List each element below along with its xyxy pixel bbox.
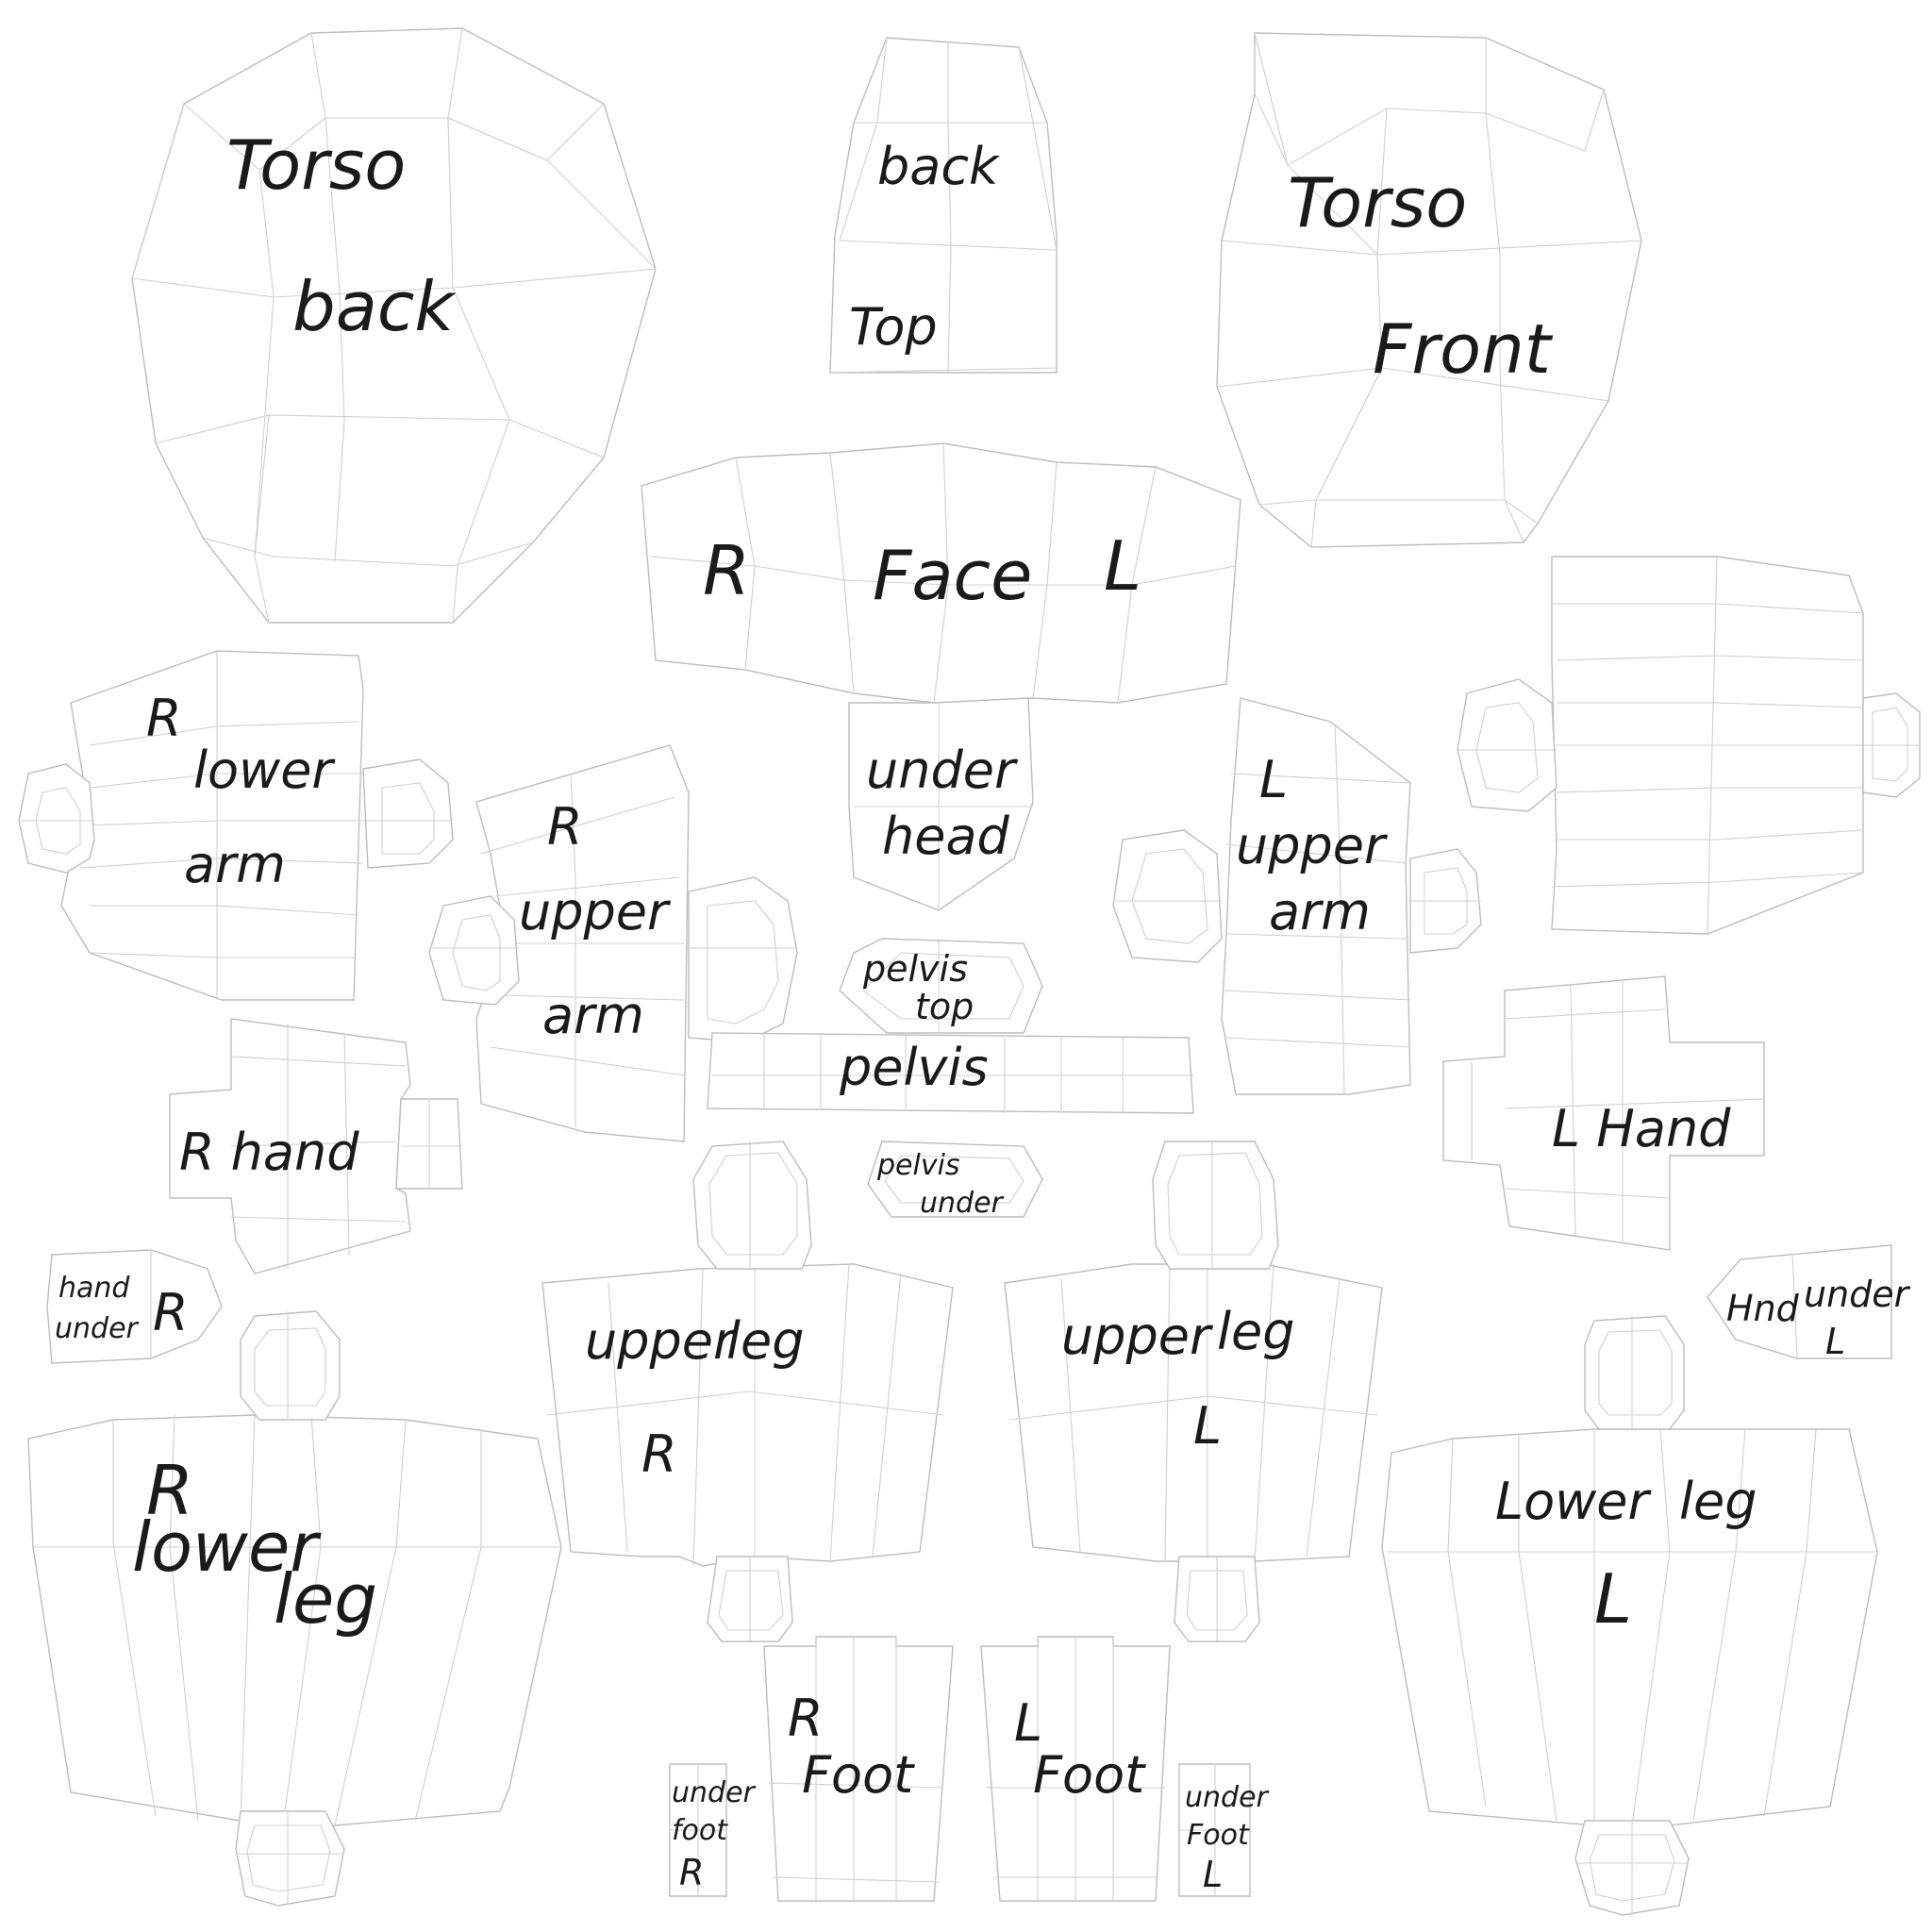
- r-upper-leg-label-r: R: [641, 1424, 677, 1484]
- l-lower-arm-panel: [1457, 556, 1921, 935]
- r-lower-arm-label-lower: lower: [193, 741, 335, 800]
- l-upper-leg-panel: [1004, 1141, 1383, 1642]
- under-head-label-2: head: [882, 807, 1010, 866]
- r-lower-arm-label-r: R: [146, 689, 182, 748]
- pelvis-under-label-2: under: [920, 1187, 1005, 1220]
- r-lower-leg-label-leg: leg: [274, 1559, 377, 1639]
- head-back-label: back: [877, 137, 1001, 196]
- under-foot-l-label-l: L: [1203, 1854, 1223, 1895]
- torso-front-label-1: Torso: [1288, 163, 1467, 242]
- l-upper-arm-label-l: L: [1259, 750, 1288, 809]
- pelvis-top-label-1: pelvis: [862, 948, 968, 990]
- under-foot-r-label-1: under: [672, 1776, 757, 1809]
- r-upper-arm-label-upper: upper: [519, 882, 671, 941]
- l-upper-arm-label-upper: upper: [1236, 816, 1388, 875]
- l-lower-leg-label-leg: leg: [1679, 1472, 1757, 1531]
- face-label-l: L: [1104, 526, 1141, 606]
- r-upper-leg-label-leg: leg: [726, 1311, 805, 1371]
- torso-front-label-2: Front: [1373, 309, 1554, 389]
- r-upper-arm-label-arm: arm: [542, 986, 644, 1045]
- r-lower-arm-panel: [18, 650, 454, 1001]
- head-top-label: Top: [849, 297, 938, 357]
- l-upper-leg-label-l: L: [1193, 1396, 1222, 1456]
- hand-under-l-label-1: Hnd: [1726, 1288, 1800, 1329]
- torso-back-label-2: back: [292, 267, 457, 346]
- torso-front-panel: [1216, 32, 1642, 548]
- l-hand-label: L Hand: [1552, 1099, 1731, 1158]
- hand-under-r-label-2: under: [55, 1312, 140, 1345]
- pelvis-label: pelvis: [839, 1038, 989, 1097]
- hand-under-r-label-1: hand: [58, 1272, 130, 1305]
- r-foot-label-r: R: [788, 1689, 824, 1748]
- under-head-panel: [848, 697, 1034, 911]
- l-lower-leg-label-l: L: [1594, 1559, 1632, 1639]
- r-hand-label: R hand: [179, 1123, 359, 1182]
- hand-under-l-label-3: L: [1825, 1321, 1845, 1362]
- r-foot-label-foot: Foot: [802, 1745, 915, 1805]
- hand-under-r-label-r: R: [153, 1283, 189, 1342]
- l-upper-leg-label-upper: upper: [1061, 1307, 1213, 1366]
- l-upper-leg-label-leg: leg: [1217, 1302, 1295, 1361]
- hand-under-l-label-2: under: [1804, 1274, 1911, 1315]
- under-foot-l-label-2: Foot: [1187, 1819, 1250, 1852]
- l-foot-label-l: L: [1014, 1693, 1042, 1753]
- l-foot-label-foot: Foot: [1033, 1745, 1146, 1805]
- r-upper-leg-label-upper: upper: [585, 1311, 737, 1371]
- r-lower-arm-label-arm: arm: [184, 835, 286, 894]
- under-foot-l-label-1: under: [1185, 1781, 1270, 1814]
- uv-map-diagram: Torso back back Top R Face L Torso Front…: [18, 27, 1921, 1916]
- hand-under-r-panel: [46, 1249, 223, 1364]
- pelvis-top-label-2: top: [915, 986, 974, 1027]
- under-foot-r-label-2: foot: [672, 1814, 728, 1847]
- l-lower-leg-label-lower: Lower: [1495, 1472, 1652, 1531]
- torso-back-label-1: Torso: [226, 125, 406, 205]
- l-upper-arm-label-arm: arm: [1269, 882, 1371, 941]
- pelvis-under-label-1: pelvis: [876, 1149, 960, 1182]
- r-upper-arm-label-r: R: [547, 797, 583, 857]
- under-head-label-1: under: [866, 741, 1018, 800]
- face-label-r: R: [703, 531, 750, 610]
- face-label: Face: [873, 536, 1032, 615]
- under-foot-r-label-r: R: [679, 1852, 704, 1893]
